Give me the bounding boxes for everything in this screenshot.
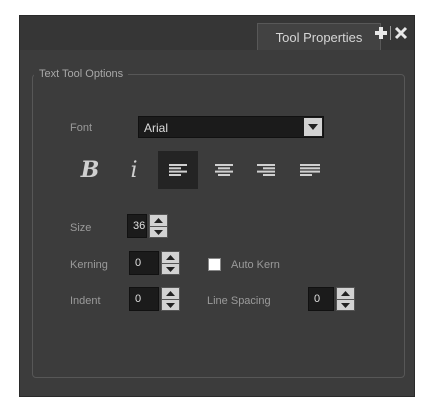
auto-kern-label: Auto Kern: [231, 259, 280, 271]
font-label: Font: [70, 122, 93, 134]
line-spacing-spin[interactable]: [336, 287, 355, 311]
spin-up-icon[interactable]: [150, 215, 167, 226]
tool-properties-panel: Tool Properties Text Tool Options Font A…: [19, 15, 415, 397]
auto-kern-checkbox[interactable]: [208, 258, 221, 271]
align-right-button[interactable]: [246, 151, 286, 189]
italic-icon: i: [130, 157, 138, 183]
align-left-icon: [169, 164, 187, 176]
size-input[interactable]: 36: [127, 214, 147, 238]
group-title: Text Tool Options: [34, 68, 129, 80]
spin-down-icon[interactable]: [162, 264, 179, 275]
line-spacing-stepper[interactable]: 0: [308, 287, 356, 311]
size-spin[interactable]: [149, 214, 168, 238]
indent-spin[interactable]: [161, 287, 180, 311]
close-icon[interactable]: [394, 26, 408, 40]
font-dropdown[interactable]: Arial: [138, 116, 324, 138]
spin-down-icon[interactable]: [162, 300, 179, 311]
align-center-button[interactable]: [204, 151, 244, 189]
align-right-icon: [257, 164, 275, 176]
bold-button[interactable]: B: [70, 151, 110, 189]
font-value: Arial: [144, 121, 169, 135]
align-left-button[interactable]: [158, 151, 198, 189]
spin-down-icon[interactable]: [150, 227, 167, 238]
spin-up-icon[interactable]: [162, 252, 179, 263]
indent-label: Indent: [70, 295, 101, 307]
tab-tool-properties[interactable]: Tool Properties: [257, 23, 381, 50]
indent-input[interactable]: 0: [129, 287, 159, 311]
tab-label: Tool Properties: [275, 29, 363, 45]
kerning-spin[interactable]: [161, 251, 180, 275]
titlebar-divider: [390, 26, 391, 40]
bold-icon: B: [80, 157, 100, 183]
justify-button[interactable]: [290, 151, 330, 189]
align-center-icon: [215, 164, 233, 176]
kerning-input[interactable]: 0: [129, 251, 159, 275]
line-spacing-label: Line Spacing: [207, 295, 271, 307]
panel-titlebar: Tool Properties: [20, 16, 414, 50]
justify-icon: [300, 164, 320, 176]
chevron-down-icon[interactable]: [304, 118, 322, 136]
kerning-label: Kerning: [70, 259, 108, 271]
plus-icon[interactable]: [374, 26, 388, 40]
size-label: Size: [70, 222, 92, 234]
line-spacing-input[interactable]: 0: [308, 287, 334, 311]
size-stepper[interactable]: 36: [127, 214, 181, 238]
kerning-stepper[interactable]: 0: [129, 251, 181, 275]
spin-down-icon[interactable]: [337, 300, 354, 311]
indent-stepper[interactable]: 0: [129, 287, 181, 311]
spin-up-icon[interactable]: [162, 288, 179, 299]
spin-up-icon[interactable]: [337, 288, 354, 299]
italic-button[interactable]: i: [114, 151, 154, 189]
